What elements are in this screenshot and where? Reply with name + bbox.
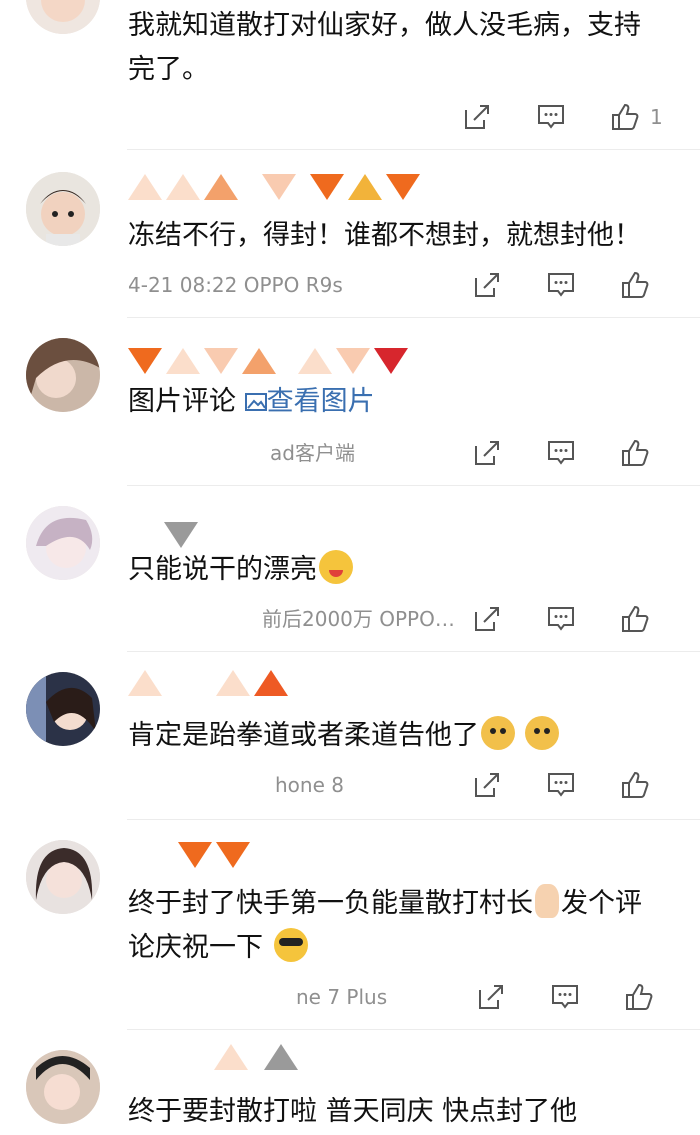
- doge-emoji-icon: [481, 716, 515, 750]
- author-badges: [128, 842, 254, 874]
- view-image-link[interactable]: 查看图片: [244, 386, 375, 417]
- share-button[interactable]: [474, 980, 508, 1014]
- comment-button[interactable]: [544, 268, 578, 302]
- thumbs-up-icon: [612, 103, 639, 130]
- author-badges: [128, 174, 424, 206]
- comment-icon: [548, 607, 574, 631]
- like-button[interactable]: [618, 768, 652, 802]
- thumbs-up-icon: [622, 439, 649, 466]
- comment-text: 肯定是跆拳道或者柔道告他了: [128, 714, 692, 758]
- share-button[interactable]: [470, 268, 504, 302]
- comment-button[interactable]: [544, 602, 578, 636]
- avatar[interactable]: [26, 172, 100, 246]
- author-badges: [128, 670, 292, 702]
- yum-emoji-icon: [319, 550, 353, 584]
- avatar[interactable]: [26, 0, 100, 34]
- author-badges: [128, 608, 148, 642]
- comment-text: 图片评论 查看图片: [128, 386, 375, 417]
- image-icon: [244, 393, 267, 411]
- comment-text: 冻结不行，得封！谁都不想封，就想封他！: [128, 220, 641, 251]
- comment-icon: [552, 985, 578, 1009]
- avatar[interactable]: [26, 506, 100, 580]
- share-button[interactable]: [460, 100, 494, 134]
- author-badges: [128, 1044, 302, 1076]
- sunglasses-emoji-icon: [273, 928, 308, 962]
- comment-meta: hone 8: [275, 773, 344, 797]
- author-badges: [128, 112, 358, 146]
- avatar[interactable]: [26, 338, 100, 412]
- like-count: 1: [650, 105, 663, 129]
- comment-item: 只能说干的漂亮 前后2000万 OPPO…: [0, 486, 700, 652]
- comment-meta: ne 7 Plus: [296, 985, 388, 1009]
- comment-text: 我就知道散打对仙家好，做人没毛病，支持 完了。: [128, 10, 641, 85]
- like-button[interactable]: [622, 980, 656, 1014]
- author-badges: [128, 986, 178, 1020]
- comment-item: 冻结不行，得封！谁都不想封，就想封他！ 4-21 08:22 OPPO R9s: [0, 150, 700, 318]
- comment-text: 终于要封散打啦 普天同庆 快点封了他: [128, 1096, 578, 1127]
- comment-item: 我就知道散打对仙家好，做人没毛病，支持 完了。 1: [0, 0, 700, 150]
- thumbs-up-icon: [622, 605, 649, 632]
- like-button[interactable]: [618, 602, 652, 636]
- share-button[interactable]: [470, 768, 504, 802]
- comment-icon: [548, 273, 574, 297]
- avatar[interactable]: [26, 840, 100, 914]
- thumbs-up-icon: [622, 271, 649, 298]
- victory-hand-emoji-icon: [535, 884, 559, 918]
- share-icon: [475, 607, 499, 631]
- comment-button[interactable]: [544, 436, 578, 470]
- comment-item: 肯定是跆拳道或者柔道告他了 hone 8: [0, 652, 700, 820]
- share-icon: [465, 105, 489, 129]
- comment-item: 终于封了快手第一负能量散打村长 发个评 论庆祝一下 ne 7 Plus: [0, 820, 700, 1030]
- comment-meta: 4-21 08:22 OPPO R9s: [128, 273, 343, 297]
- avatar[interactable]: [26, 1050, 100, 1124]
- thumbs-up-icon: [622, 771, 649, 798]
- doge-emoji-icon: [525, 716, 559, 750]
- author-badges: [128, 348, 412, 380]
- share-icon: [475, 441, 499, 465]
- comment-meta: ad客户端: [270, 441, 355, 465]
- comment-button[interactable]: [534, 100, 568, 134]
- comment-text: 只能说干的漂亮: [128, 548, 692, 592]
- author-badges: [128, 784, 148, 818]
- comment-icon: [548, 441, 574, 465]
- share-icon: [475, 273, 499, 297]
- share-button[interactable]: [470, 436, 504, 470]
- comment-icon: [538, 105, 564, 129]
- share-button[interactable]: [470, 602, 504, 636]
- like-button[interactable]: [618, 436, 652, 470]
- comment-meta: 前后2000万 OPPO…: [262, 607, 455, 631]
- like-button[interactable]: [608, 100, 642, 134]
- comment-button[interactable]: [544, 768, 578, 802]
- thumbs-up-icon: [626, 983, 653, 1010]
- comment-item: 终于要封散打啦 普天同庆 快点封了他: [0, 1030, 700, 1135]
- share-icon: [479, 985, 503, 1009]
- comment-text: 终于封了快手第一负能量散打村长 发个评 论庆祝一下: [128, 882, 692, 970]
- avatar[interactable]: [26, 672, 100, 746]
- comment-icon: [548, 773, 574, 797]
- like-button[interactable]: [618, 268, 652, 302]
- share-icon: [475, 773, 499, 797]
- comment-button[interactable]: [548, 980, 582, 1014]
- comment-item: 图片评论 查看图片 ad客户端: [0, 318, 700, 486]
